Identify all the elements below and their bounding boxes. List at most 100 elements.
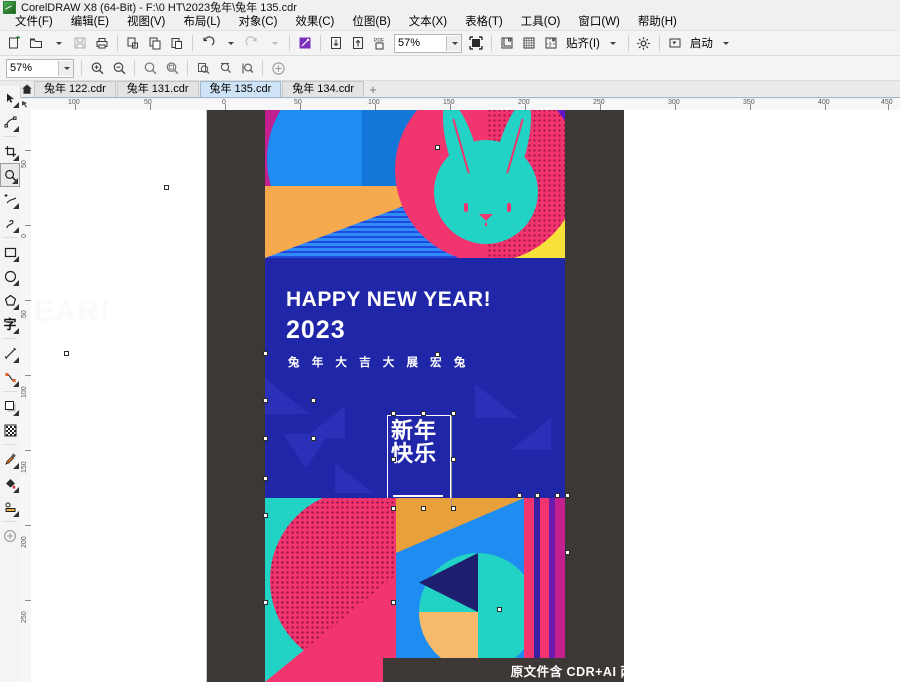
drop-shadow-tool[interactable]	[0, 394, 20, 418]
document-tab-3[interactable]: 兔年 134.cdr	[282, 81, 364, 97]
selection-handle[interactable]	[535, 493, 540, 498]
selection-handle[interactable]	[311, 398, 316, 403]
save-button[interactable]	[70, 33, 90, 53]
text-tool[interactable]: 字	[0, 312, 20, 336]
menu-effects[interactable]: 效果(C)	[286, 14, 343, 30]
import-button[interactable]	[326, 33, 346, 53]
undo-dropdown[interactable]	[220, 33, 240, 53]
selection-handle[interactable]	[451, 457, 456, 462]
selection-handle[interactable]	[391, 411, 396, 416]
ellipse-tool-flyout-arrow[interactable]	[13, 280, 19, 286]
zoom-out-button[interactable]	[109, 58, 129, 78]
freehand-tool[interactable]	[0, 187, 20, 211]
paste-button[interactable]	[167, 33, 187, 53]
selection-handle[interactable]	[565, 550, 570, 555]
drop-shadow-flyout-arrow[interactable]	[13, 410, 19, 416]
document-options-button[interactable]	[497, 33, 517, 53]
selection-handle[interactable]	[263, 513, 268, 518]
drawing-canvas[interactable]: Y NEW YEAR!	[31, 110, 900, 682]
selection-handle[interactable]	[451, 506, 456, 511]
new-tab-button[interactable]: +	[365, 82, 381, 97]
menu-tools[interactable]: 工具(O)	[512, 14, 570, 30]
selection-handle[interactable]	[391, 457, 396, 462]
menu-bitmaps[interactable]: 位图(B)	[343, 14, 399, 30]
launch-app-icon[interactable]	[665, 33, 685, 53]
crop-tool-flyout-arrow[interactable]	[13, 155, 19, 161]
selection-handle[interactable]	[391, 600, 396, 605]
interactive-fill-flyout-arrow[interactable]	[13, 511, 19, 517]
polygon-tool-flyout-arrow[interactable]	[13, 304, 19, 310]
copy-button[interactable]	[145, 33, 165, 53]
zoom-level-dropdown-arrow[interactable]	[446, 35, 461, 51]
print-button[interactable]	[92, 33, 112, 53]
dimension-tool-flyout-arrow[interactable]	[13, 357, 19, 363]
zoom-to-selected-button[interactable]	[140, 58, 160, 78]
freehand-tool-flyout-arrow[interactable]	[13, 203, 19, 209]
new-document-button[interactable]	[4, 33, 24, 53]
selection-handle[interactable]	[565, 493, 570, 498]
menu-view[interactable]: 视图(V)	[118, 14, 174, 30]
new-year-text[interactable]: 新年 快乐	[391, 419, 445, 465]
selection-handle[interactable]	[64, 351, 69, 356]
selection-handle[interactable]	[435, 145, 440, 150]
menu-object[interactable]: 对象(C)	[229, 14, 286, 30]
cut-button[interactable]	[123, 33, 143, 53]
selection-handle[interactable]	[435, 352, 440, 357]
zoom-level-combo[interactable]: 57%	[394, 33, 462, 53]
gear-icon[interactable]	[634, 33, 654, 53]
selection-handle[interactable]	[497, 607, 502, 612]
zoom-level-value[interactable]: 57%	[395, 36, 446, 51]
artboard-dark-background[interactable]: HAPPY NEW YEAR! 2023 兔 年 大 吉 大 展 宏 兔 新年 …	[207, 110, 624, 682]
guidelines-button[interactable]	[541, 33, 561, 53]
selection-handle[interactable]	[263, 476, 268, 481]
transparency-tool[interactable]	[0, 418, 20, 442]
zoom-toolbar-combo[interactable]: 57%	[6, 58, 74, 78]
poster-artwork[interactable]: HAPPY NEW YEAR! 2023 兔 年 大 吉 大 展 宏 兔 新年 …	[265, 110, 565, 682]
zoom-to-page-width-button[interactable]	[215, 58, 235, 78]
selection-handle[interactable]	[263, 436, 268, 441]
menu-file[interactable]: 文件(F)	[6, 14, 62, 30]
selection-handle[interactable]	[517, 493, 522, 498]
zoom-tool[interactable]	[0, 163, 20, 187]
fullscreen-preview-button[interactable]	[466, 33, 486, 53]
add-tool-button[interactable]	[0, 524, 20, 548]
document-tab-2[interactable]: 兔年 135.cdr	[199, 81, 282, 97]
zoom-to-page-height-button[interactable]	[237, 58, 257, 78]
search-content-button[interactable]	[295, 33, 315, 53]
selection-handle[interactable]	[391, 506, 396, 511]
color-eyedropper-tool[interactable]	[0, 447, 20, 471]
crop-tool[interactable]	[0, 139, 20, 163]
ruler-origin-corner[interactable]	[20, 99, 31, 110]
menu-help[interactable]: 帮助(H)	[629, 14, 686, 30]
fill-tool[interactable]	[0, 471, 20, 495]
fill-tool-flyout-arrow[interactable]	[13, 487, 19, 493]
page-white-area[interactable]: Y NEW YEAR!	[31, 110, 207, 682]
open-document-button[interactable]	[26, 33, 46, 53]
selection-handle[interactable]	[421, 506, 426, 511]
pick-tool-flyout-arrow[interactable]	[13, 102, 19, 108]
home-icon[interactable]	[20, 81, 34, 97]
document-grid-button[interactable]	[519, 33, 539, 53]
launch-label[interactable]: 启动	[686, 35, 715, 51]
selection-handle[interactable]	[451, 411, 456, 416]
zoom-toolbar-value[interactable]: 57%	[7, 61, 58, 76]
zoom-to-page-button[interactable]	[193, 58, 213, 78]
menu-edit[interactable]: 编辑(E)	[62, 14, 118, 30]
pick-tool[interactable]	[0, 86, 20, 110]
text-tool-flyout-arrow[interactable]	[13, 328, 19, 334]
shape-tool[interactable]	[0, 110, 20, 134]
selection-handle[interactable]	[555, 493, 560, 498]
smart-fill-tool[interactable]	[0, 211, 20, 235]
selection-handle[interactable]	[263, 398, 268, 403]
add-toolbar-plus-circle-icon[interactable]	[268, 58, 288, 78]
selection-handle[interactable]	[421, 411, 426, 416]
connector-tool[interactable]	[0, 365, 20, 389]
rectangle-tool-flyout-arrow[interactable]	[13, 256, 19, 262]
selection-handle[interactable]	[263, 351, 268, 356]
zoom-to-all-objects-button[interactable]	[162, 58, 182, 78]
shape-tool-flyout-arrow[interactable]	[13, 126, 19, 132]
ellipse-tool[interactable]	[0, 264, 20, 288]
document-tab-1[interactable]: 兔年 131.cdr	[116, 81, 199, 97]
zoom-toolbar-dropdown-arrow[interactable]	[58, 60, 73, 76]
launch-dropdown[interactable]	[716, 33, 736, 53]
